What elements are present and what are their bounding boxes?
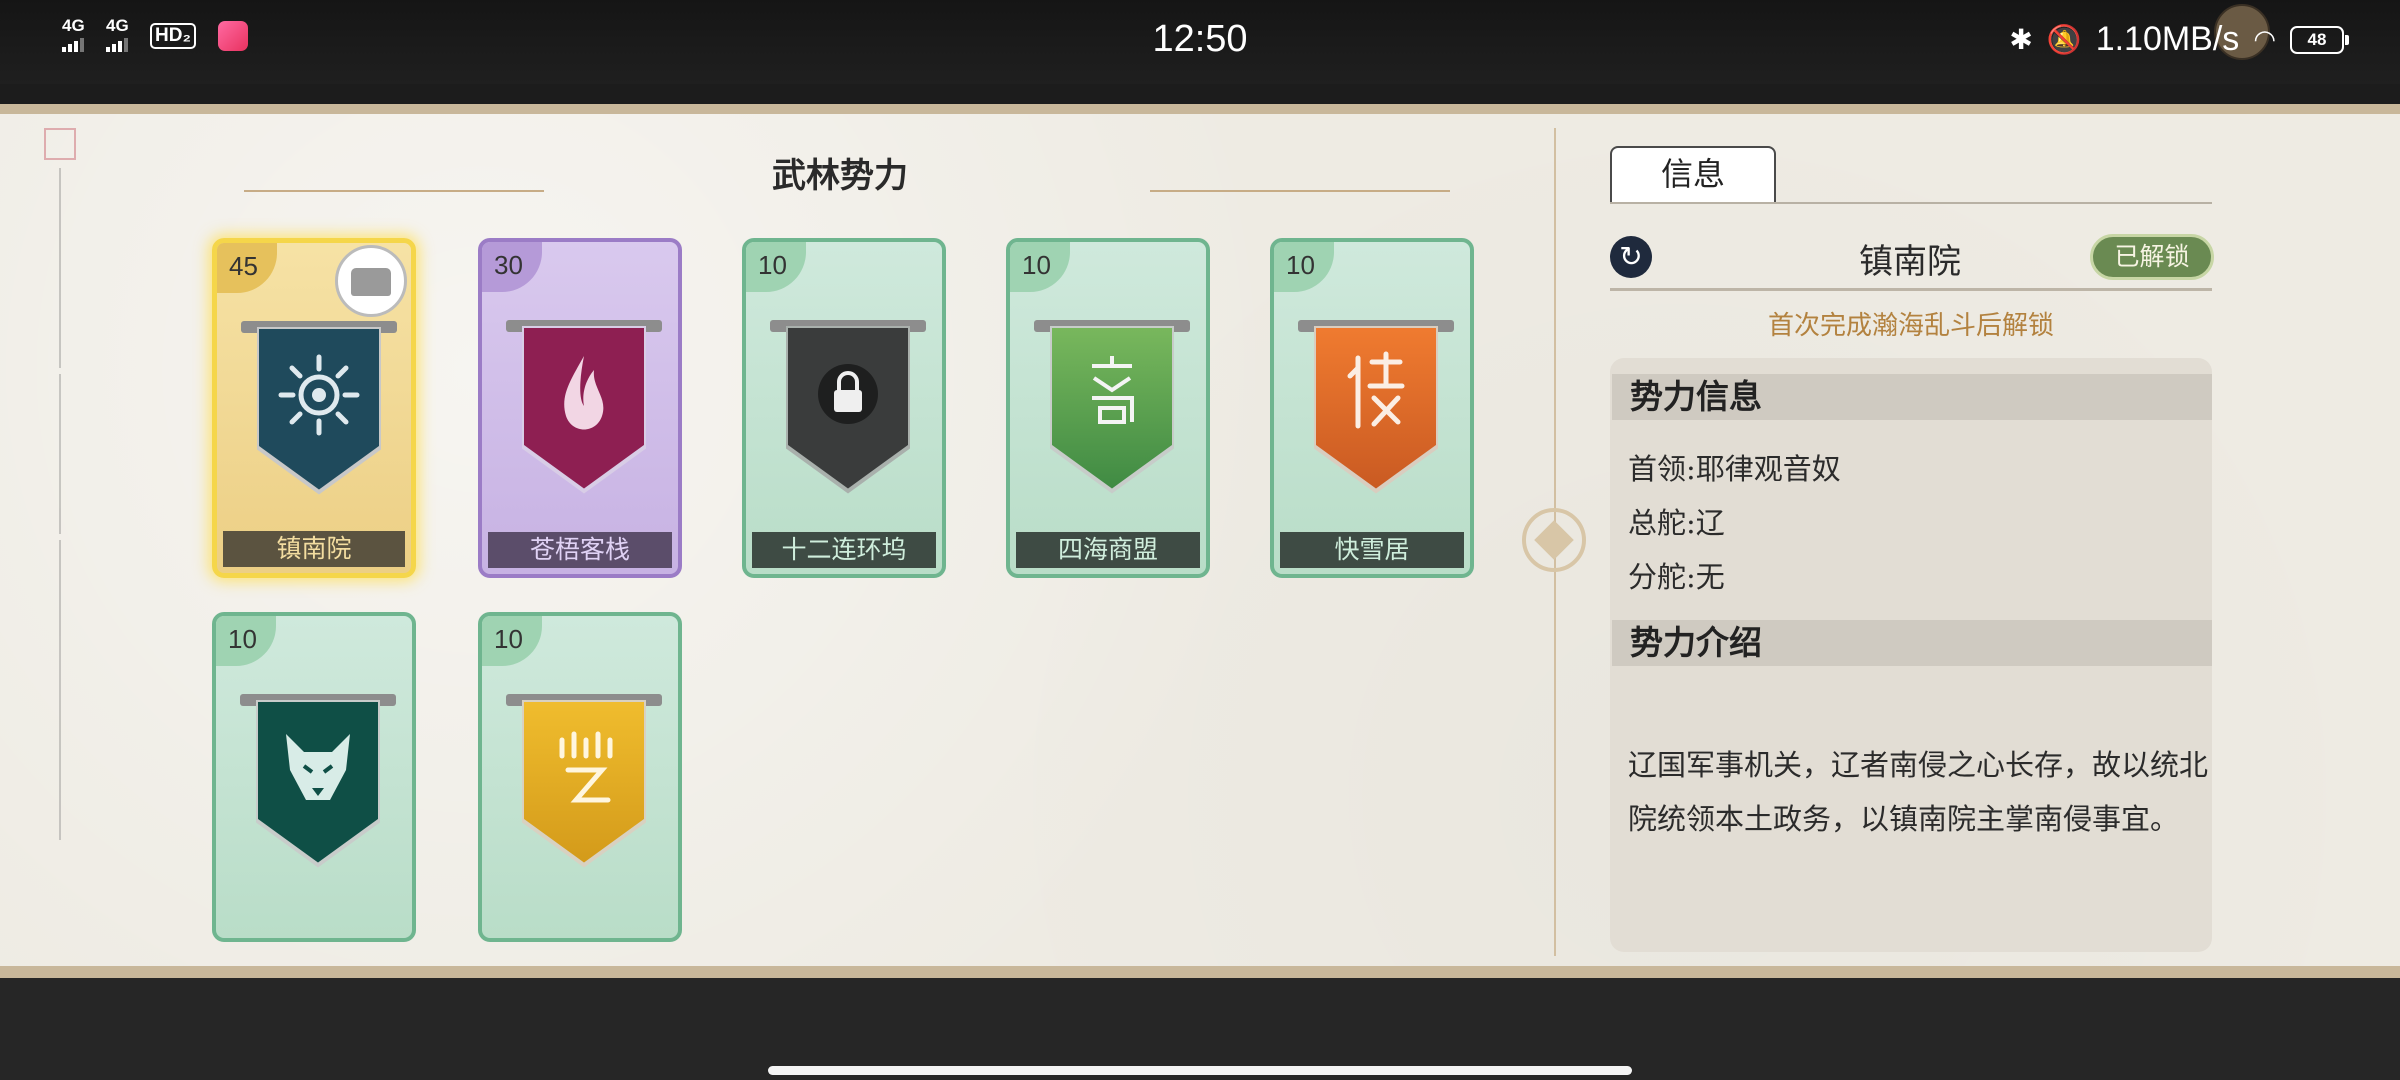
faction-card-cangwu[interactable]: 30 苍梧客栈 [478,238,682,578]
battery-icon: 48 [2290,25,2349,54]
flame-emblem-icon [564,356,604,430]
faction-name: 镇南院 [223,531,405,567]
mute-bell-icon: 🔕 [2046,24,2082,55]
wifi-icon: ◠ [2253,24,2276,54]
refresh-icon[interactable] [1610,236,1652,278]
hq-row: 总舵:辽 [1628,506,1725,540]
cost-badge: 10 [746,242,806,292]
cost-badge: 10 [482,616,542,666]
faction-card-yellow[interactable]: 10 [478,612,682,942]
section-heading-info: 势力信息 [1612,374,2212,420]
cost-badge: 45 [217,243,277,293]
tab-underline [1610,202,2212,204]
treasure-chest-icon[interactable] [335,245,407,317]
faction-card-shierlianhuanwu[interactable]: 10 十二连环坞 [742,238,946,578]
cost-badge: 10 [1274,242,1334,292]
faction-card-kuaixueju[interactable]: 10 快雪居 [1270,238,1474,578]
faction-name: 苍梧客栈 [488,532,672,568]
network-speed: 1.10MB/s [2095,20,2240,58]
branch-row: 分舵:无 [1628,560,1725,594]
cost-badge: 10 [216,616,276,666]
cost-badge: 30 [482,242,542,292]
faction-name: 快雪居 [1280,532,1464,568]
divider-ornament-icon [1522,508,1586,572]
lock-icon [818,364,878,424]
home-indicator[interactable] [768,1066,1632,1075]
selected-faction-name: 镇南院 [1859,242,1961,282]
bottom-bar [0,978,2400,1080]
section-heading-intro: 势力介绍 [1612,620,2212,666]
header-separator [1610,288,2212,291]
bluetooth-icon: ✱ [2009,24,2033,55]
faction-card-zhennanyuan[interactable]: 45 镇南院 [212,238,416,578]
tab-info[interactable]: 信息 [1610,146,1776,202]
intro-text: 辽国军事机关，辽者南侵之心长存，故以统北院统领本土政务，以镇南院主掌南侵事宜。 [1628,748,2209,836]
unlock-condition: 首次完成瀚海乱斗后解锁 [1767,311,2054,341]
page-title: 武林势力 [772,156,908,196]
sun-emblem-icon [278,354,360,436]
status-bar: 4G 4G HD₂ 12:50 ✱ 🔕 1.10MB/s ◠ 48 [0,0,2400,84]
faction-card-wolf[interactable]: 10 [212,612,416,942]
faction-card-sihaishangmeng[interactable]: 10 四海商盟 [1006,238,1210,578]
calligraphy-decoration [30,120,90,880]
cost-badge: 10 [1010,242,1070,292]
title-line-right [1150,190,1450,192]
seal-glyph-icon [559,731,613,803]
status-right: ✱ 🔕 1.10MB/s ◠ 48 [2009,20,2349,59]
faction-name: 四海商盟 [1016,532,1200,568]
wolf-emblem-icon [286,734,350,800]
faction-name: 十二连环坞 [752,532,936,568]
title-line-left [244,190,544,192]
seal-glyph-icon [1347,351,1405,429]
seal-glyph-icon [1092,356,1134,424]
unlocked-badge: 已解锁 [2090,234,2214,280]
leader-row: 首领:耶律观音奴 [1628,452,1841,486]
